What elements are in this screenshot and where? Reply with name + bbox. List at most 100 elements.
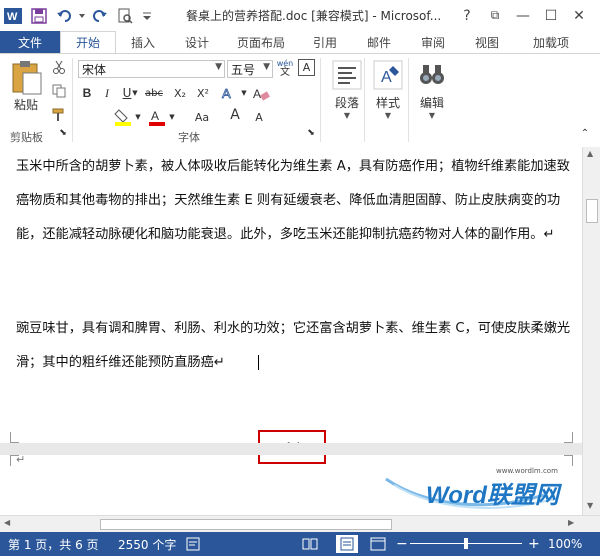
grow-font-button[interactable]: A	[226, 106, 244, 124]
text-effects-dropdown-icon[interactable]: ▼	[240, 84, 248, 102]
change-case-button[interactable]: Aa	[190, 108, 214, 126]
clipboard-group-label: 剪贴板	[10, 131, 43, 144]
divider	[320, 58, 321, 142]
scroll-right-icon[interactable]: ▶	[568, 518, 574, 527]
clear-formatting-icon[interactable]: A	[250, 84, 272, 102]
italic-button[interactable]: I	[98, 84, 116, 102]
close-button[interactable]: ✕	[566, 0, 592, 31]
redo-icon[interactable]	[90, 7, 108, 25]
scroll-up-icon[interactable]: ▲	[587, 149, 593, 158]
word-app-icon[interactable]: W	[4, 7, 22, 25]
font-color-dropdown-icon[interactable]: ▼	[168, 108, 176, 126]
paragraph-pea[interactable]: 豌豆味甘，具有调和脾胃、利肠、利水的功效；它还富含胡萝卜素、维生素 C，可使皮肤…	[16, 312, 572, 380]
word-count[interactable]: 2550 个字	[118, 536, 176, 553]
tab-mailings[interactable]: 邮件	[352, 31, 406, 53]
paste-button[interactable]: 粘贴	[4, 60, 48, 113]
horizontal-scrollbar[interactable]: ◀ ▶	[0, 515, 600, 532]
tab-file[interactable]: 文件	[0, 31, 60, 53]
collapse-ribbon-icon[interactable]: ⌃	[578, 127, 592, 139]
proofing-icon[interactable]	[186, 537, 202, 554]
subscript-button[interactable]: X₂	[170, 84, 190, 102]
tab-references[interactable]: 引用	[298, 31, 352, 53]
scroll-left-icon[interactable]: ◀	[4, 518, 10, 527]
underline-dropdown-icon[interactable]: ▼	[131, 84, 139, 102]
page-gap	[0, 443, 582, 455]
tab-insert[interactable]: 插入	[116, 31, 170, 53]
ribbon-tabs: 文件 开始 插入 设计 页面布局 引用 邮件 审阅 视图 加载项	[0, 31, 600, 53]
watermark-logo: Word联盟网 www.wordlm.com	[384, 465, 582, 515]
scroll-thumb[interactable]	[586, 199, 598, 223]
chevron-down-icon: ▼	[263, 62, 270, 72]
maximize-button[interactable]: ☐	[538, 0, 564, 31]
svg-text:A: A	[253, 87, 261, 101]
paste-icon	[12, 61, 42, 95]
minimize-button[interactable]: —	[510, 0, 536, 31]
help-button[interactable]: ?	[454, 0, 480, 31]
editing-button[interactable]: 编辑 ▼	[410, 60, 454, 120]
tab-design[interactable]: 设计	[170, 31, 224, 53]
wen-char-icon: 文	[280, 67, 290, 78]
font-group-label: 字体	[178, 131, 200, 144]
format-painter-icon[interactable]	[50, 106, 68, 124]
binoculars-icon	[420, 65, 444, 84]
scroll-thumb-horizontal[interactable]	[100, 519, 392, 530]
bold-button[interactable]: B	[78, 84, 96, 102]
svg-text:A: A	[151, 109, 159, 123]
character-border-icon[interactable]: A	[298, 59, 315, 76]
title-bar: W 餐桌上的营养搭配.doc [兼容模式] - Microsof... ? ⧉ …	[0, 0, 600, 31]
save-icon[interactable]	[30, 7, 48, 25]
tab-review[interactable]: 审阅	[406, 31, 460, 53]
chevron-down-icon: ▼	[384, 111, 392, 120]
font-launcher-icon[interactable]: ⬊	[306, 127, 316, 139]
quick-access-toolbar: W	[0, 0, 156, 31]
styles-button[interactable]: A 样式 ▼	[366, 60, 410, 120]
watermark-brand: Word联盟网	[426, 482, 559, 509]
paragraph-corn[interactable]: 玉米中所含的胡萝卜素，被人体吸收后能转化为维生素 A，具有防癌作用；植物纤维素能…	[16, 150, 572, 252]
customize-qa-icon[interactable]	[142, 7, 152, 25]
font-size-select[interactable]: 五号 ▼	[227, 60, 273, 78]
read-mode-icon[interactable]	[302, 537, 318, 554]
tab-view[interactable]: 视图	[460, 31, 514, 53]
undo-dropdown-icon[interactable]	[78, 7, 86, 25]
highlight-dropdown-icon[interactable]: ▼	[134, 108, 142, 126]
font-color-button[interactable]: A	[146, 108, 168, 126]
phonetic-guide-button[interactable]: wén 文	[276, 59, 294, 78]
svg-text:A: A	[381, 69, 392, 86]
strikethrough-button[interactable]: abc	[142, 84, 166, 102]
highlight-color-button[interactable]	[112, 108, 134, 126]
text-effects-icon[interactable]: A	[218, 84, 240, 102]
print-layout-icon[interactable]	[336, 535, 358, 553]
styles-label: 样式	[375, 96, 400, 110]
svg-text:A: A	[222, 86, 231, 101]
ribbon-display-options-button[interactable]: ⧉	[482, 0, 508, 31]
web-layout-icon[interactable]	[370, 537, 386, 554]
cut-icon[interactable]	[50, 58, 68, 76]
superscript-button[interactable]: X²	[193, 84, 213, 102]
undo-icon[interactable]	[56, 7, 74, 25]
clipboard-launcher-icon[interactable]: ⬊	[58, 127, 68, 139]
paragraph-button[interactable]: 段落 ▼	[325, 60, 369, 120]
ribbon: 粘贴 剪贴板 ⬊ 宋体 ▼ 五号 ▼ wén 文 A B I U ▼ abc X…	[0, 53, 600, 148]
next-page-paragraph-mark[interactable]: ↵	[16, 453, 25, 466]
copy-icon[interactable]	[50, 82, 68, 100]
tab-addins[interactable]: 加载项	[514, 31, 588, 53]
text-cursor	[258, 355, 259, 370]
scroll-down-icon[interactable]: ▼	[587, 501, 593, 510]
print-preview-icon[interactable]	[116, 7, 134, 25]
font-name-select[interactable]: 宋体 ▼	[78, 60, 225, 78]
page-count[interactable]: 第 1 页，共 6 页	[8, 536, 99, 553]
tab-page-layout[interactable]: 页面布局	[224, 31, 298, 53]
chevron-down-icon: ▼	[428, 111, 436, 120]
status-bar: 第 1 页，共 6 页 2550 个字 − + 100%	[0, 532, 600, 556]
document-area[interactable]: 玉米中所含的胡萝卜素，被人体吸收后能转化为维生素 A，具有防癌作用；植物纤维素能…	[0, 147, 582, 515]
zoom-in-button[interactable]: +	[528, 536, 540, 552]
paragraph-icon	[332, 60, 362, 90]
vertical-scrollbar[interactable]: ▲ ▼	[582, 147, 600, 515]
zoom-level[interactable]: 100%	[548, 537, 582, 551]
shrink-font-button[interactable]: A	[250, 108, 268, 126]
font-name-value: 宋体	[82, 62, 107, 77]
zoom-out-button[interactable]: −	[396, 536, 408, 552]
tab-home[interactable]: 开始	[60, 31, 116, 53]
zoom-slider-thumb[interactable]	[464, 538, 468, 549]
paste-label: 粘贴	[13, 98, 38, 112]
